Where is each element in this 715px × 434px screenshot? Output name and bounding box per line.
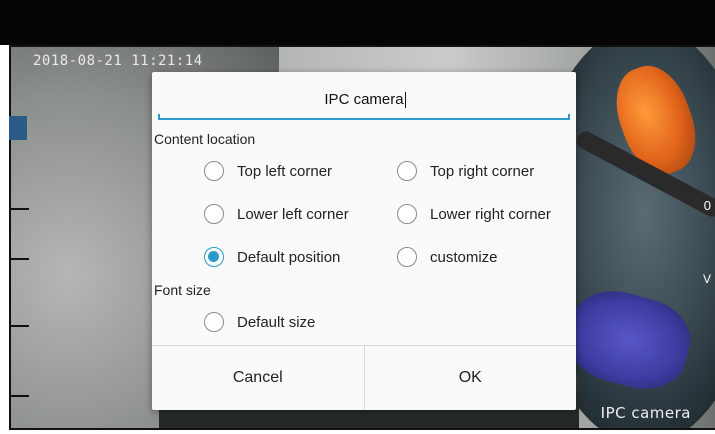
radio-circle	[397, 204, 417, 224]
radio-lower-left[interactable]: Lower left corner	[204, 204, 349, 224]
radio-lower-right[interactable]: Lower right corner	[397, 204, 551, 224]
osd-timestamp: 2018-08-21 11:21:14	[33, 53, 203, 69]
radio-label: Default size	[237, 313, 316, 331]
title-field-underline	[158, 114, 570, 120]
text-caret	[404, 92, 406, 109]
font-size-label: Font size	[154, 282, 211, 298]
radio-default-size[interactable]: Default size	[204, 312, 315, 332]
radio-circle	[204, 161, 224, 181]
radio-circle	[204, 312, 224, 332]
radio-customize[interactable]: customize	[397, 247, 498, 267]
radio-default-position[interactable]: Default position	[204, 247, 340, 267]
radio-label: Lower right corner	[430, 205, 551, 223]
content-location-label: Content location	[154, 131, 256, 147]
radio-circle	[397, 161, 417, 181]
radio-circle	[397, 247, 417, 267]
cancel-button[interactable]: Cancel	[152, 346, 364, 410]
radio-top-left[interactable]: Top left corner	[204, 161, 332, 181]
radio-label: customize	[430, 248, 498, 266]
title-value: IPC camera	[324, 91, 404, 108]
osd-camera-name: IPC camera	[600, 404, 691, 422]
ok-button[interactable]: OK	[363, 346, 577, 410]
top-black-bar	[0, 0, 715, 45]
side-label-right-v: V	[702, 272, 711, 286]
side-label-right-0: 0	[703, 198, 711, 213]
radio-circle	[204, 204, 224, 224]
dialog-button-row: Cancel OK	[152, 345, 576, 410]
title-field[interactable]: IPC camera	[160, 86, 570, 114]
radio-label: Default position	[237, 248, 341, 266]
side-tab-left[interactable]	[9, 116, 27, 140]
radio-label: Top left corner	[237, 162, 333, 180]
radio-label: Lower left corner	[237, 205, 349, 223]
radio-label: Top right corner	[430, 162, 535, 180]
osd-settings-dialog: IPC camera Content location Top left cor…	[152, 72, 576, 410]
radio-circle-checked	[204, 247, 224, 267]
radio-top-right[interactable]: Top right corner	[397, 161, 534, 181]
